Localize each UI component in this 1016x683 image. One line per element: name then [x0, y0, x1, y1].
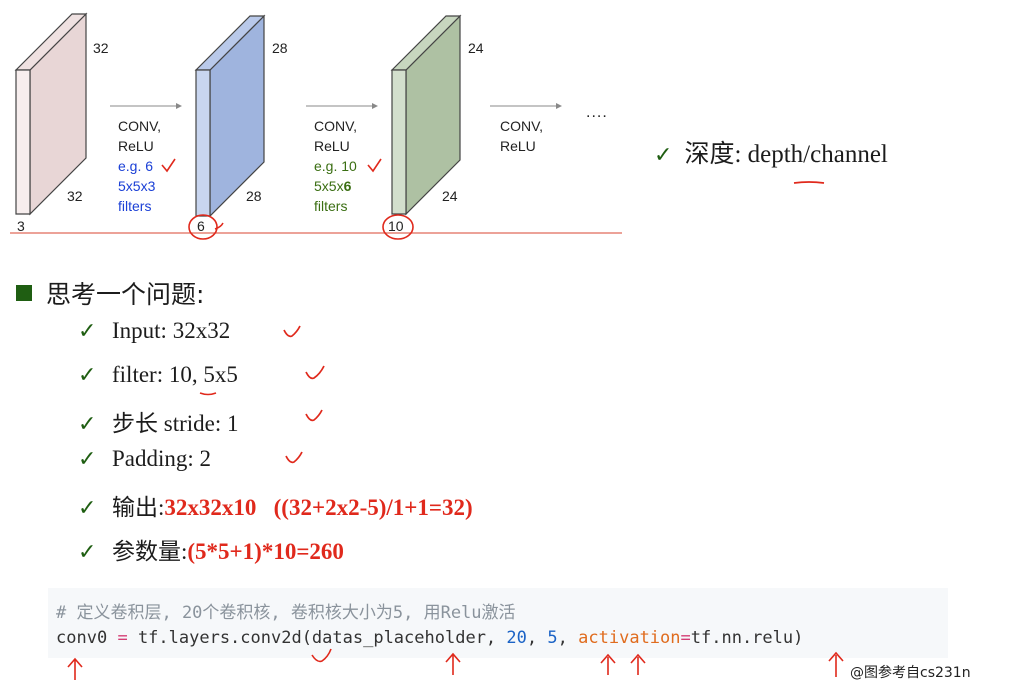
stage-1-eg: e.g. 6 — [118, 158, 154, 174]
conv2-volume — [390, 14, 462, 216]
stage-1-label: CONV, ReLU e.g. 6 5x5x3 filters — [118, 116, 161, 216]
conv1-volume — [194, 14, 266, 218]
check-annotation-input — [283, 325, 301, 338]
input-volume — [14, 12, 88, 216]
stage-2-label: CONV, ReLU e.g. 10 5x5x6 filters — [314, 116, 357, 216]
input-width-label: 32 — [67, 188, 83, 204]
check-annotation-1 — [161, 158, 176, 173]
code-comment: # 定义卷积层, 20个卷积核, 卷积核大小为5, 用Relu激活 — [56, 603, 516, 623]
image-credit: @图参考自cs231n — [850, 665, 971, 681]
stage-3-label: CONV, ReLU — [500, 116, 543, 156]
check-annotation-filter — [305, 365, 325, 380]
stage-3-op1: CONV, — [500, 118, 544, 134]
code-annotations — [67, 648, 844, 680]
arrow-3 — [490, 103, 562, 109]
ellipsis: .... — [586, 104, 608, 121]
depth-note-value: depth/channel — [747, 141, 888, 168]
input-height-label: 32 — [93, 40, 109, 56]
arrow-annotation-5 — [630, 653, 646, 675]
stage-2-size: 5x5x6 — [314, 178, 352, 194]
stage-1-op1: CONV, — [118, 118, 162, 134]
arrow-annotation-relu — [828, 651, 844, 677]
stage-3-op2: ReLU — [500, 138, 536, 154]
stage-2-op1: CONV, — [314, 118, 358, 134]
depth-note: ✓ 深度: depth/channel — [654, 134, 888, 170]
square-bullet-icon — [16, 285, 32, 301]
check-annotation-padding — [285, 451, 303, 464]
arrow-2 — [306, 103, 378, 109]
check-annotation-conv2d — [311, 648, 332, 663]
conv1-height-label: 28 — [272, 40, 288, 56]
stage-2-op2: ReLU — [314, 138, 350, 154]
underline-filter-10 — [199, 392, 217, 396]
arrow-annotation-conv0 — [67, 657, 83, 680]
depth-note-label: 深度: — [684, 141, 742, 168]
check-icon: ✓ — [654, 142, 673, 167]
input-depth-label: 3 — [17, 218, 25, 234]
check-annotation-2 — [367, 158, 382, 173]
conv1-depth-label: 6 — [197, 218, 205, 234]
conv1-width-label: 28 — [246, 188, 262, 204]
handwritten-annotations — [199, 325, 325, 464]
conv2-depth-label: 10 — [388, 218, 404, 234]
arrow-1 — [110, 103, 182, 109]
conv2-height-label: 24 — [468, 40, 484, 56]
stage-1-op2: ReLU — [118, 138, 154, 154]
conv2-width-label: 24 — [442, 188, 458, 204]
check-annotation-stride — [305, 409, 323, 422]
arrow-annotation-placeholder — [445, 652, 461, 675]
underline-annotation — [793, 181, 825, 184]
stage-1-filters: filters — [118, 198, 152, 214]
stage-2-eg: e.g. 10 — [314, 158, 357, 174]
arrow-annotation-20 — [600, 653, 616, 675]
stage-1-size: 5x5x3 — [118, 178, 156, 194]
stage-2-filters: filters — [314, 198, 348, 214]
